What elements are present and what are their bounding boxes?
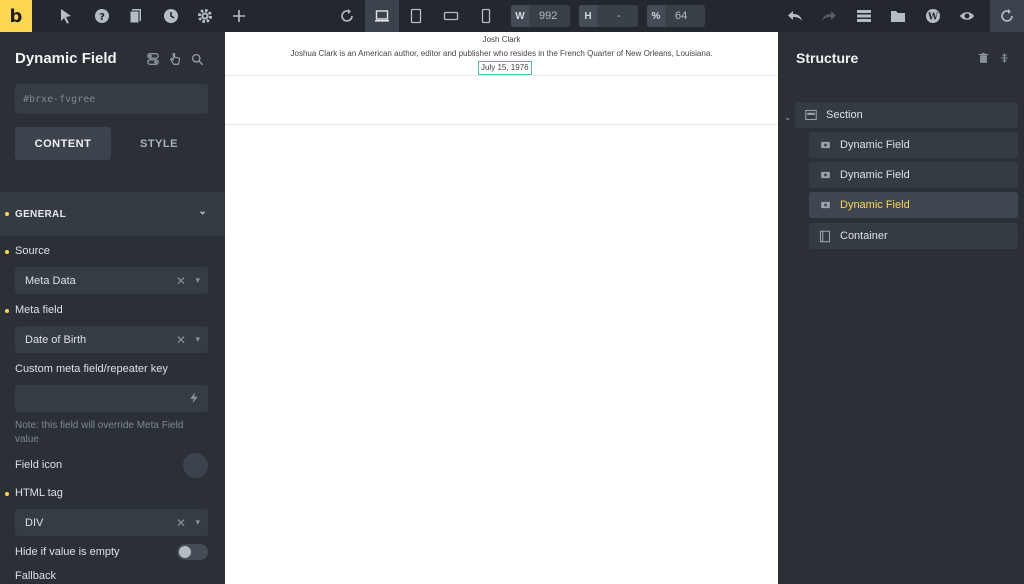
svg-text:?: ?	[99, 12, 105, 23]
fallback-label: Fallback	[15, 570, 56, 582]
undo-icon[interactable]	[778, 0, 812, 32]
html-tag-value: DIV	[25, 516, 44, 529]
toggle-knob	[179, 546, 191, 558]
preview-date-selected[interactable]: July 15, 1976	[478, 61, 532, 75]
tablet-portrait-icon[interactable]	[399, 0, 433, 32]
meta-field-select[interactable]: Date of Birth ✕ ▾	[15, 326, 208, 353]
structure-item-label: Dynamic Field	[840, 199, 910, 211]
override-note: Note: this field will override Meta Fiel…	[15, 420, 184, 445]
preview-eye-icon[interactable]	[950, 0, 984, 32]
meta-field-label: Meta field	[15, 304, 63, 316]
chevron-down-icon: ▾	[195, 275, 200, 285]
dynamic-field-icon	[818, 169, 832, 181]
chevron-down-icon[interactable]: ⌄	[784, 112, 792, 123]
height-value: -	[617, 10, 621, 22]
source-value: Meta Data	[25, 274, 76, 287]
structure-item-dynamic-field-active[interactable]: Dynamic Field	[809, 192, 1018, 218]
svg-text:W: W	[927, 13, 939, 23]
structure-item-label: Section	[826, 109, 863, 121]
hide-empty-toggle[interactable]	[177, 544, 208, 560]
pages-icon[interactable]	[119, 0, 153, 32]
html-tag-label: HTML tag	[15, 487, 63, 499]
mobile-landscape-icon[interactable]	[434, 0, 468, 32]
folder-icon[interactable]	[881, 0, 915, 32]
clear-icon[interactable]: ✕	[176, 516, 186, 530]
modified-dot	[5, 492, 9, 496]
field-icon-picker[interactable]	[183, 453, 208, 478]
height-input[interactable]: H -	[579, 5, 638, 27]
panel-header-icons	[145, 51, 205, 67]
height-label: H	[579, 5, 597, 27]
html-tag-select[interactable]: DIV ✕ ▾	[15, 509, 208, 536]
hand-pointer-icon[interactable]	[167, 51, 183, 67]
structure-item-dynamic-field[interactable]: Dynamic Field	[809, 162, 1018, 188]
refresh-icon[interactable]	[330, 0, 364, 32]
zoom-input[interactable]: % 64	[647, 5, 705, 27]
source-label: Source	[15, 245, 50, 257]
search-icon[interactable]	[189, 51, 205, 67]
toolbar: b ? W 992 H - % 64 W	[0, 0, 1024, 32]
meta-field-value: Date of Birth	[25, 333, 87, 346]
mobile-portrait-icon[interactable]	[469, 0, 503, 32]
zoom-label: %	[647, 5, 665, 27]
collapse-icon[interactable]	[999, 52, 1010, 67]
preview-name[interactable]: Josh Clark	[225, 35, 778, 44]
source-select[interactable]: Meta Data ✕ ▾	[15, 267, 208, 294]
structure-item-container[interactable]: Container	[809, 223, 1018, 249]
section-icon	[804, 109, 818, 121]
structure-panel: Structure ⌄ Section Dynamic Field Dynami…	[778, 32, 1024, 584]
container-icon	[818, 230, 832, 242]
bricks-logo[interactable]: b	[0, 0, 32, 32]
chevron-down-icon: ⌄	[198, 206, 207, 217]
help-icon[interactable]: ?	[85, 0, 119, 32]
redo-icon[interactable]	[812, 0, 846, 32]
clear-icon[interactable]: ✕	[176, 274, 186, 288]
panel-title: Dynamic Field	[15, 50, 117, 67]
tab-content[interactable]: CONTENT	[15, 127, 111, 160]
css-id-field[interactable]: #brxe-fvgree	[15, 84, 208, 114]
modified-dot	[5, 250, 9, 254]
structure-item-dynamic-field[interactable]: Dynamic Field	[809, 132, 1018, 158]
history-icon[interactable]	[154, 0, 188, 32]
settings-icon[interactable]	[188, 0, 222, 32]
chevron-down-icon: ▾	[195, 517, 200, 527]
wordpress-icon[interactable]: W	[916, 0, 950, 32]
chevron-down-icon: ▾	[195, 334, 200, 344]
add-icon[interactable]	[222, 0, 256, 32]
desktop-breakpoint-icon[interactable]	[365, 0, 399, 32]
modified-dot	[5, 212, 9, 216]
toggle-icon[interactable]	[145, 51, 161, 67]
custom-meta-label: Custom meta field/repeater key	[15, 363, 168, 375]
divider	[225, 75, 778, 76]
modified-dot	[5, 309, 9, 313]
width-input[interactable]: W 992	[511, 5, 570, 27]
hide-empty-label: Hide if value is empty	[15, 546, 120, 558]
dynamic-data-bolt-icon[interactable]	[188, 391, 200, 408]
pointer-icon[interactable]	[49, 0, 83, 32]
save-refresh-icon[interactable]	[990, 0, 1024, 32]
structure-item-label: Dynamic Field	[840, 169, 910, 181]
width-label: W	[511, 5, 529, 27]
group-general-header[interactable]: GENERAL ⌄	[0, 192, 225, 236]
width-value: 992	[539, 10, 558, 22]
zoom-value: 64	[675, 10, 688, 22]
tab-style[interactable]: STYLE	[111, 127, 207, 160]
element-settings-panel: Dynamic Field #brxe-fvgree CONTENT STYLE…	[0, 32, 225, 584]
structure-icon[interactable]	[847, 0, 881, 32]
structure-item-label: Container	[840, 230, 888, 242]
clear-icon[interactable]: ✕	[176, 333, 186, 347]
trash-icon[interactable]	[978, 52, 989, 67]
preview-bio[interactable]: Joshua Clark is an American author, edit…	[225, 49, 778, 58]
group-general-label: GENERAL	[15, 208, 66, 220]
preview-section[interactable]: Josh Clark Joshua Clark is an American a…	[225, 32, 778, 125]
field-icon-label: Field icon	[15, 459, 63, 471]
structure-header-icons	[978, 52, 1010, 67]
builder-canvas[interactable]: Josh Clark Joshua Clark is an American a…	[225, 32, 778, 584]
structure-item-section[interactable]: Section	[795, 102, 1018, 128]
dynamic-field-icon	[818, 139, 832, 151]
structure-item-label: Dynamic Field	[840, 139, 910, 151]
structure-title: Structure	[796, 50, 859, 66]
dynamic-field-icon	[818, 199, 832, 211]
custom-meta-input[interactable]	[15, 385, 208, 412]
